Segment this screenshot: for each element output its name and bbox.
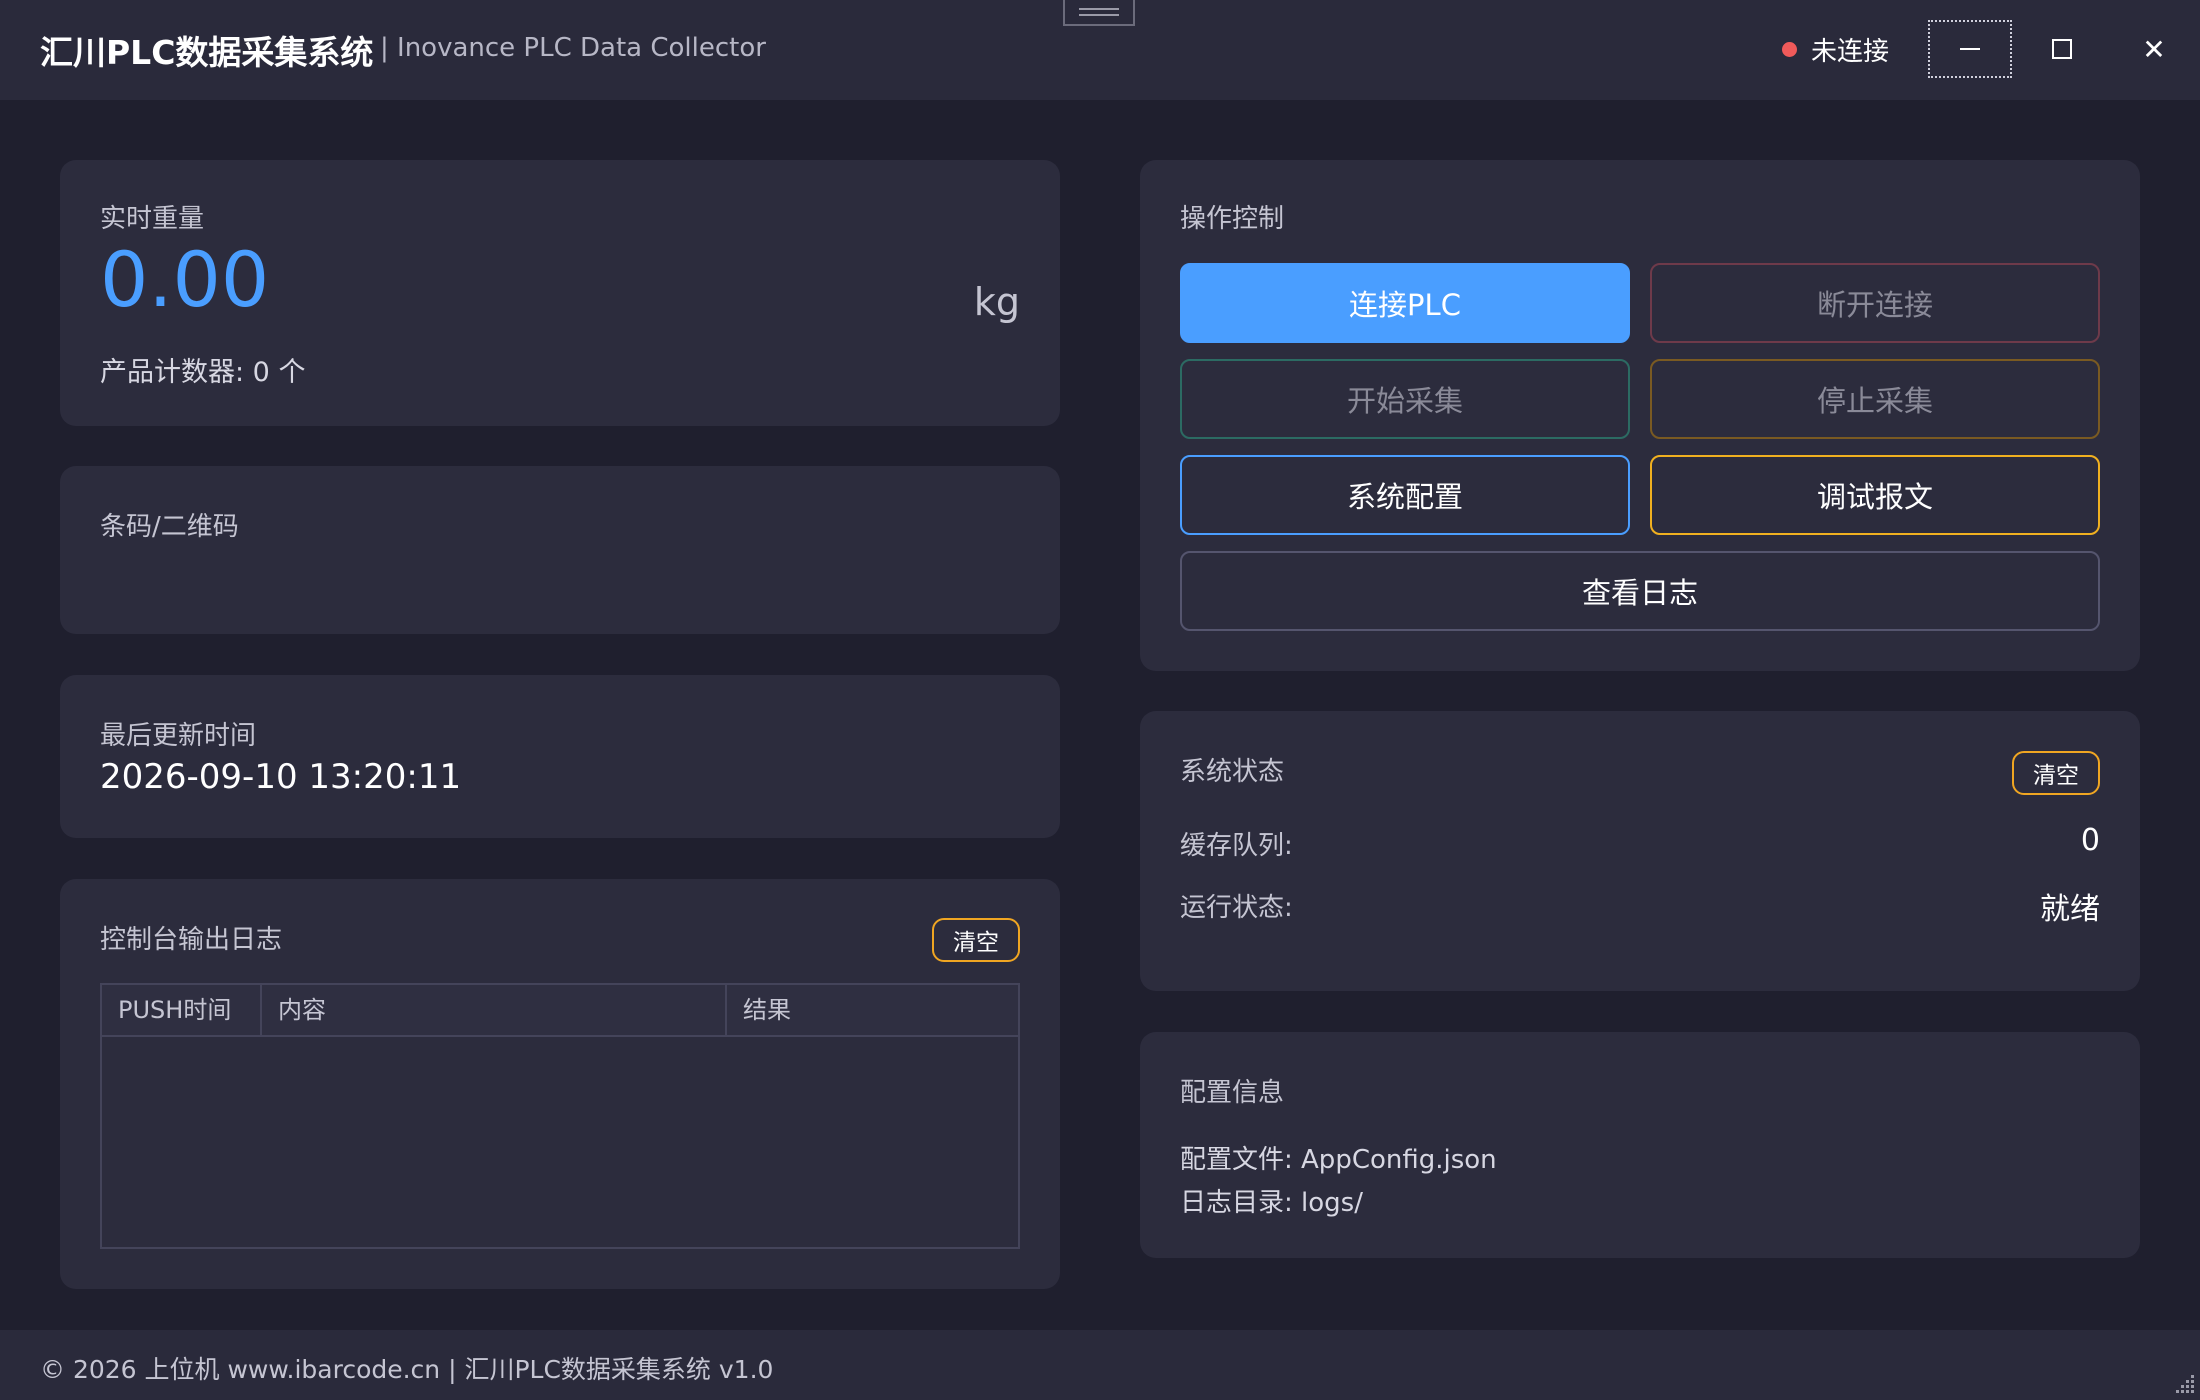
status-dot-icon: [1782, 41, 1797, 57]
weight-value: 0.00: [100, 235, 270, 324]
title-bar[interactable]: 汇川PLC数据采集系统 | Inovance PLC Data Collecto…: [0, 0, 2200, 100]
column-header-content[interactable]: 内容: [262, 985, 727, 1035]
log-dir-text: 日志目录: logs/: [1180, 1188, 1363, 1218]
app-title: 汇川PLC数据采集系统: [40, 33, 374, 72]
last-update-label: 最后更新时间: [100, 721, 257, 751]
maximize-button[interactable]: [2020, 20, 2104, 78]
operations-panel: 操作控制 连接PLC 断开连接 开始采集 停止采集 系统配置 调试报文 查看日志: [1140, 160, 2140, 671]
barcode-label: 条码/二维码: [100, 512, 239, 542]
system-config-button[interactable]: 系统配置: [1180, 455, 1630, 535]
start-collect-button[interactable]: 开始采集: [1180, 359, 1630, 439]
weight-label: 实时重量: [100, 204, 205, 234]
product-counter: 产品计数器: 0 个: [100, 357, 306, 388]
debug-message-button[interactable]: 调试报文: [1650, 455, 2100, 535]
footer-text: © 2026 上位机 www.ibarcode.cn | 汇川PLC数据采集系统…: [40, 1355, 774, 1384]
minimize-button[interactable]: [1928, 20, 2012, 78]
column-header-result[interactable]: 结果: [727, 985, 1018, 1035]
system-status-panel: 系统状态 清空 缓存队列: 0 运行状态: 就绪: [1140, 711, 2140, 991]
column-header-push-time[interactable]: PUSH时间: [102, 985, 262, 1035]
close-button[interactable]: ✕: [2112, 20, 2196, 78]
view-logs-button[interactable]: 查看日志: [1180, 551, 2100, 631]
connection-status: 未连接: [1782, 32, 1890, 67]
queue-label: 缓存队列:: [1180, 831, 1293, 861]
config-file-text: 配置文件: AppConfig.json: [1180, 1145, 1497, 1175]
minimize-icon: [1960, 48, 1980, 50]
operations-label: 操作控制: [1180, 204, 1285, 234]
system-status-label: 系统状态: [1180, 757, 1285, 787]
run-state-label: 运行状态:: [1180, 893, 1293, 923]
log-table[interactable]: PUSH时间 内容 结果: [100, 983, 1020, 1249]
last-update-panel: 最后更新时间 2026-09-10 13:20:11: [60, 675, 1060, 838]
clear-log-button[interactable]: 清空: [932, 918, 1020, 962]
connect-plc-button[interactable]: 连接PLC: [1180, 263, 1630, 343]
log-table-header: PUSH时间 内容 结果: [102, 985, 1018, 1037]
queue-value: 0: [2080, 823, 2100, 858]
close-icon: ✕: [2142, 32, 2166, 66]
resize-grip-icon[interactable]: [2172, 1372, 2196, 1396]
run-state-value: 就绪: [2040, 892, 2100, 927]
disconnect-button[interactable]: 断开连接: [1650, 263, 2100, 343]
config-info-panel: 配置信息 配置文件: AppConfig.json 日志目录: logs/: [1140, 1032, 2140, 1258]
connection-status-text: 未连接: [1811, 36, 1890, 67]
console-log-label: 控制台输出日志: [100, 925, 283, 955]
stop-collect-button[interactable]: 停止采集: [1650, 359, 2100, 439]
last-update-value: 2026-09-10 13:20:11: [100, 757, 462, 797]
app-subtitle: | Inovance PLC Data Collector: [380, 33, 766, 63]
clear-status-button[interactable]: 清空: [2012, 751, 2100, 795]
barcode-panel: 条码/二维码: [60, 466, 1060, 634]
maximize-icon: [2052, 39, 2072, 59]
footer: © 2026 上位机 www.ibarcode.cn | 汇川PLC数据采集系统…: [0, 1330, 2200, 1400]
drag-handle-icon[interactable]: [1063, 0, 1135, 26]
weight-panel: 实时重量 0.00 kg 产品计数器: 0 个: [60, 160, 1060, 426]
config-info-label: 配置信息: [1180, 1078, 1285, 1108]
weight-unit: kg: [973, 280, 1020, 324]
app-window: 汇川PLC数据采集系统 | Inovance PLC Data Collecto…: [0, 0, 2200, 1400]
console-log-panel: 控制台输出日志 清空 PUSH时间 内容 结果: [60, 879, 1060, 1289]
